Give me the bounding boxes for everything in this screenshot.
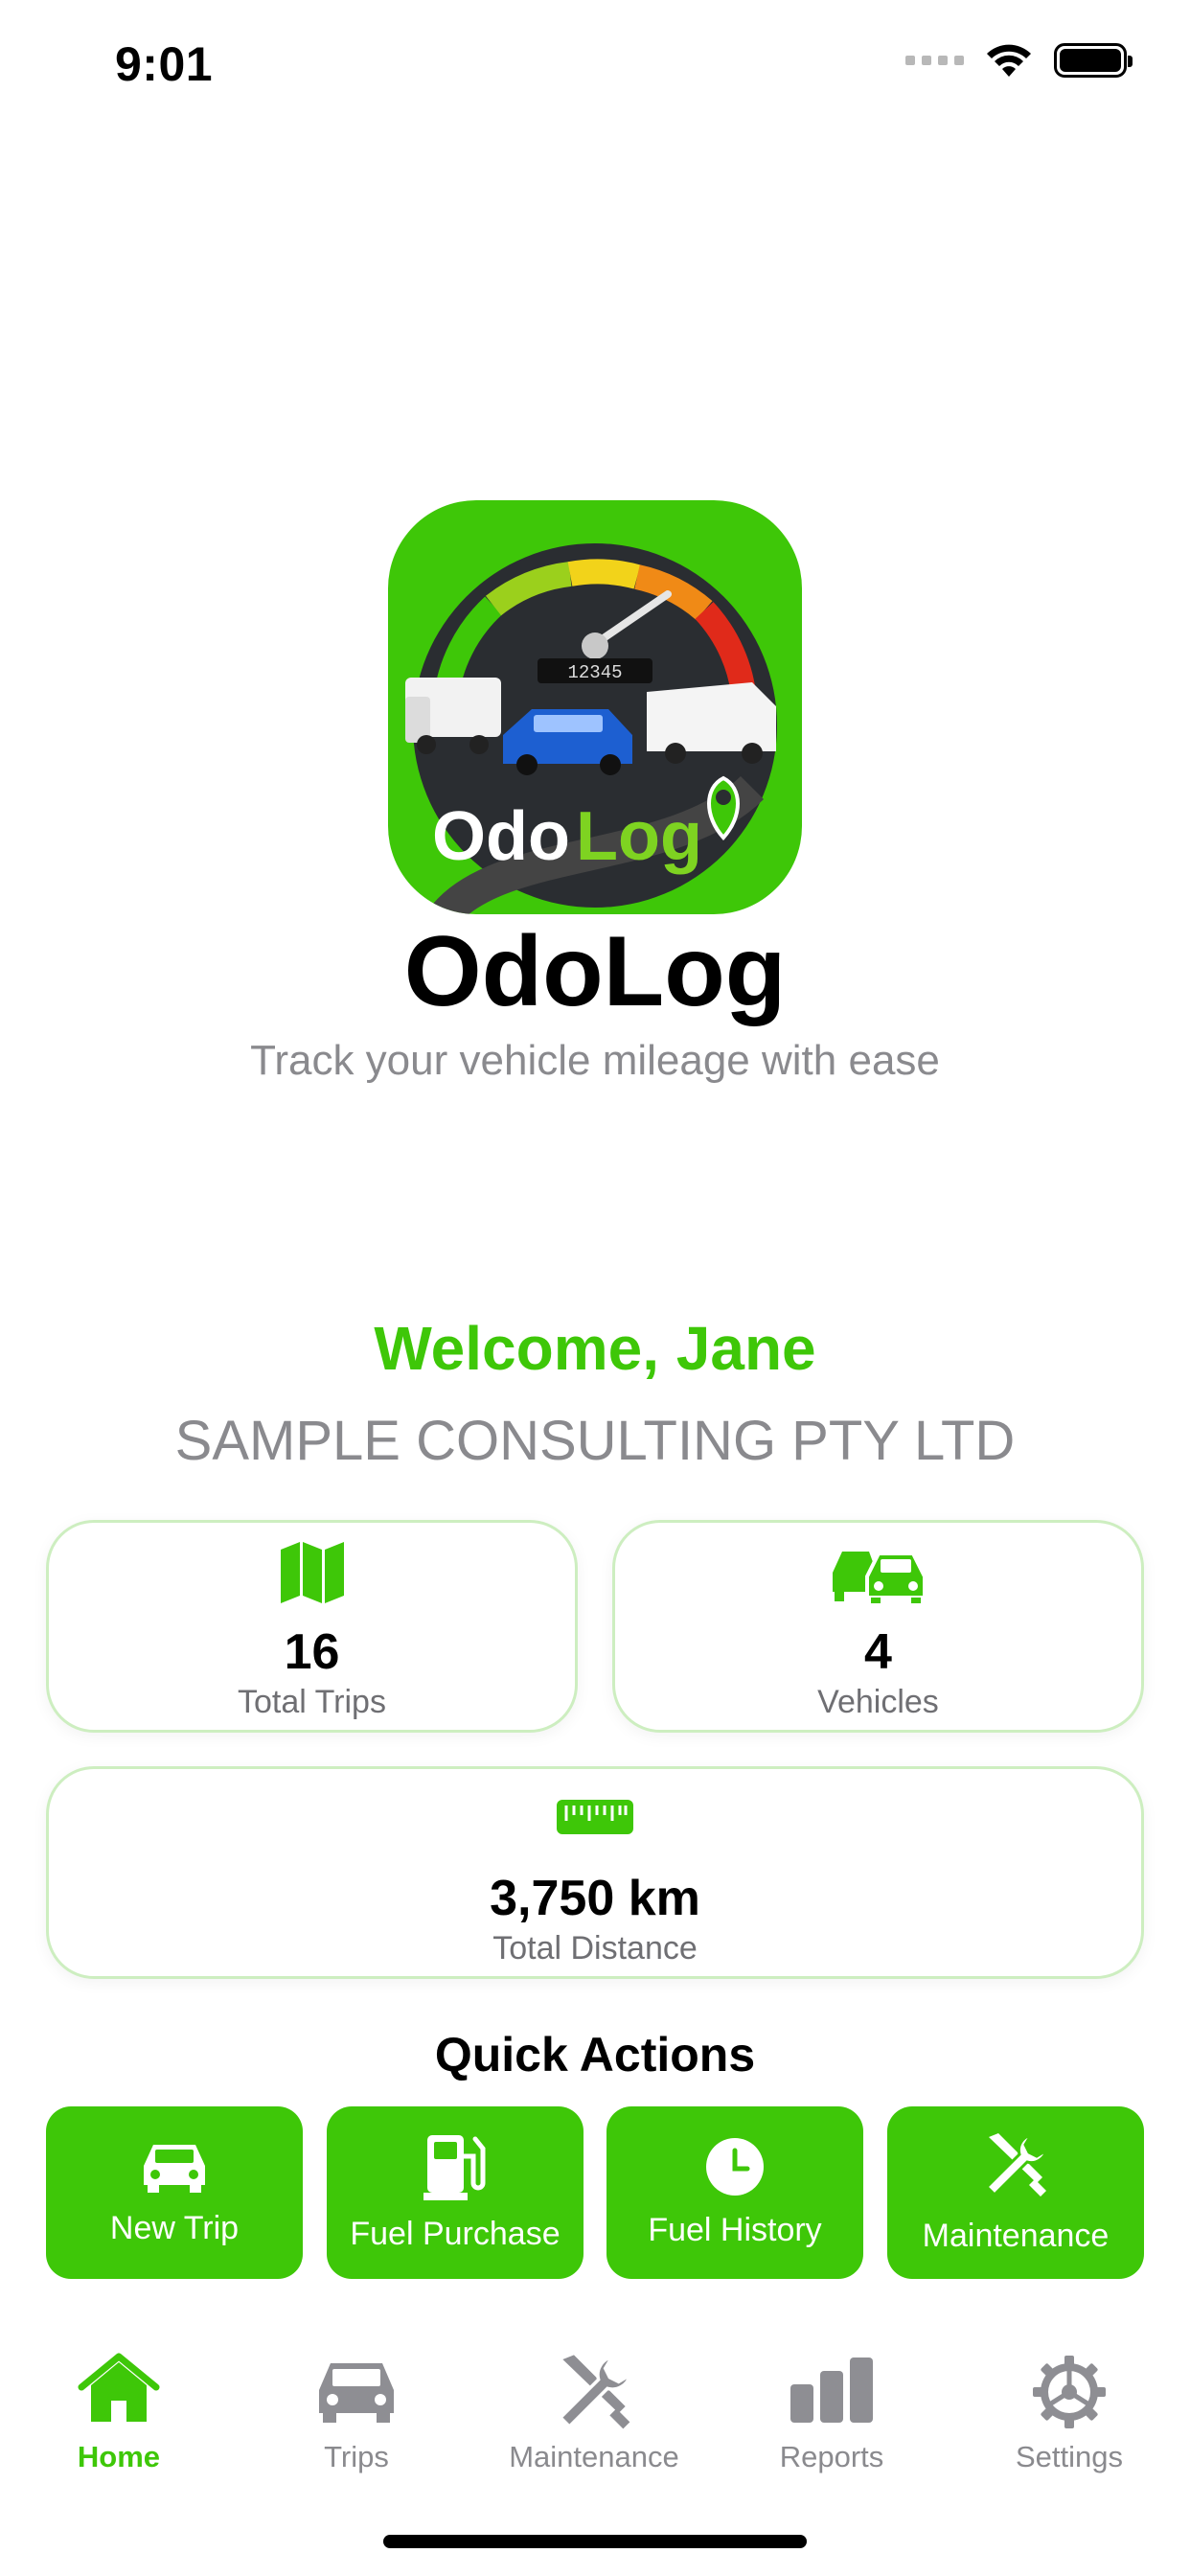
signal-icon — [905, 56, 964, 65]
welcome-message: Welcome, Jane — [374, 1314, 816, 1383]
status-icons — [905, 42, 1133, 79]
gear-icon — [1033, 2356, 1106, 2428]
fuel-history-button[interactable]: Fuel History — [606, 2106, 863, 2279]
app-tagline: Track your vehicle mileage with ease — [250, 1037, 940, 1084]
fuel-pump-icon — [423, 2135, 486, 2200]
bar-chart-icon — [790, 2358, 873, 2423]
quick-actions-title: Quick Actions — [434, 2028, 756, 2082]
total-trips-label: Total Trips — [238, 1684, 386, 1720]
battery-icon — [1054, 43, 1133, 78]
vehicles-label: Vehicles — [817, 1684, 939, 1720]
car-icon — [144, 2145, 205, 2193]
car-icon — [319, 2363, 394, 2423]
status-time: 9:01 — [115, 37, 214, 91]
fuel-purchase-label: Fuel Purchase — [350, 2216, 561, 2252]
total-trips-value: 16 — [284, 1624, 340, 1680]
clock-icon — [706, 2138, 764, 2196]
logo-text-log: Log — [576, 798, 702, 875]
tab-reports[interactable]: Reports — [713, 2348, 950, 2492]
tab-settings-label: Settings — [1015, 2440, 1123, 2473]
tab-maintenance-label: Maintenance — [509, 2440, 679, 2473]
fuel-history-label: Fuel History — [648, 2212, 822, 2248]
tab-trips[interactable]: Trips — [238, 2348, 475, 2492]
wifi-icon — [987, 44, 1031, 77]
total-trips-card[interactable]: 16 Total Trips — [46, 1520, 578, 1733]
new-trip-button[interactable]: New Trip — [46, 2106, 303, 2279]
tab-home[interactable]: Home — [0, 2348, 238, 2492]
fuel-purchase-button[interactable]: Fuel Purchase — [327, 2106, 584, 2279]
maintenance-button[interactable]: Maintenance — [887, 2106, 1144, 2279]
ruler-icon — [557, 1800, 633, 1834]
new-trip-label: New Trip — [109, 2210, 240, 2246]
tab-settings[interactable]: Settings — [950, 2348, 1188, 2492]
total-distance-label: Total Distance — [492, 1930, 698, 1966]
status-bar: 9:01 — [0, 0, 1190, 134]
odometer-digits: 12345 — [567, 662, 622, 683]
company-name: SAMPLE CONSULTING PTY LTD — [174, 1410, 1016, 1472]
app-name: OdoLog — [403, 916, 787, 1027]
home-indicator[interactable] — [383, 2535, 807, 2548]
tab-trips-label: Trips — [324, 2440, 389, 2473]
total-distance-card[interactable]: 3,750 km Total Distance — [46, 1766, 1144, 1979]
tab-home-label: Home — [77, 2440, 161, 2473]
tab-maintenance[interactable]: Maintenance — [475, 2348, 713, 2492]
map-icon — [280, 1542, 344, 1603]
app-logo: 12345 Odo Log — [388, 500, 802, 914]
cars-icon — [832, 1552, 927, 1603]
maintenance-label: Maintenance — [922, 2218, 1110, 2254]
home-icon — [78, 2353, 160, 2422]
vehicles-card[interactable]: 4 Vehicles — [612, 1520, 1144, 1733]
tools-icon — [558, 2355, 632, 2429]
tab-reports-label: Reports — [779, 2440, 884, 2473]
vehicles-value: 4 — [864, 1624, 892, 1680]
tools-icon — [984, 2132, 1049, 2197]
total-distance-value: 3,750 km — [490, 1871, 700, 1926]
logo-text-odo: Odo — [432, 798, 570, 875]
